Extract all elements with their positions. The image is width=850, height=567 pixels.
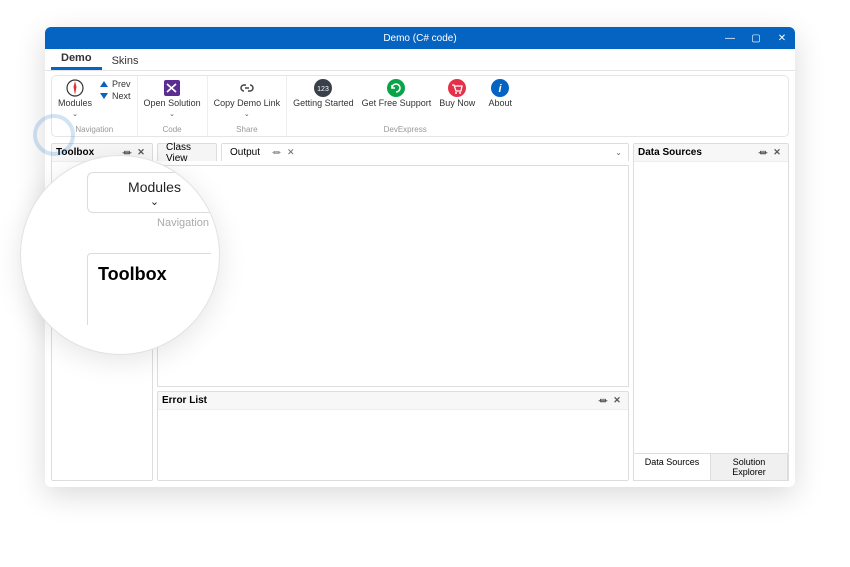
ribbon-group-share: Copy Demo Link ⌄ Share bbox=[208, 76, 288, 136]
triangle-down-icon bbox=[100, 93, 108, 99]
pin-icon[interactable]: ⏛ bbox=[596, 394, 610, 407]
prev-button[interactable]: Prev bbox=[100, 79, 131, 89]
about-button[interactable]: i About bbox=[483, 79, 517, 108]
minimize-button[interactable]: — bbox=[717, 27, 743, 49]
close-icon[interactable]: ✕ bbox=[770, 147, 784, 158]
123-icon: 123 bbox=[314, 79, 332, 97]
pin-icon[interactable]: ⏛ bbox=[272, 146, 281, 159]
vs-icon bbox=[163, 79, 181, 97]
get-free-support-button[interactable]: Get Free Support bbox=[362, 79, 432, 108]
error-list-header: Error List ⏛ ✕ bbox=[158, 392, 628, 410]
error-list-pane: Error List ⏛ ✕ bbox=[157, 391, 629, 481]
chevron-down-icon: ⌄ bbox=[244, 110, 250, 118]
magnified-group-label: Navigation bbox=[87, 213, 211, 229]
refresh-icon bbox=[387, 79, 405, 97]
modules-button[interactable]: Modules ⌄ bbox=[58, 79, 92, 118]
group-label-code: Code bbox=[163, 125, 182, 136]
tab-demo[interactable]: Demo bbox=[51, 49, 102, 70]
pin-icon[interactable]: ⏛ bbox=[756, 146, 770, 159]
cart-icon bbox=[448, 79, 466, 97]
window-title: Demo (C# code) bbox=[383, 33, 456, 44]
ribbon: Modules ⌄ Prev Next Navigation bbox=[51, 75, 789, 137]
close-button[interactable]: ✕ bbox=[769, 27, 795, 49]
tab-solution-explorer[interactable]: Solution Explorer bbox=[711, 454, 788, 480]
data-sources-header: Data Sources ⏛ ✕ bbox=[634, 144, 788, 162]
tab-class-view[interactable]: Class View bbox=[157, 143, 217, 161]
triangle-up-icon bbox=[100, 81, 108, 87]
ribbon-tabs: Demo Skins bbox=[45, 49, 795, 71]
titlebar: Demo (C# code) — ▢ ✕ bbox=[45, 27, 795, 49]
buy-now-button[interactable]: Buy Now bbox=[439, 79, 475, 108]
group-label-devexpress: DevExpress bbox=[384, 125, 427, 136]
chevron-down-icon: ⌄ bbox=[72, 110, 78, 118]
chevron-down-icon: ⌄ bbox=[169, 110, 175, 118]
close-icon[interactable]: ✕ bbox=[287, 147, 295, 158]
highlight-ring bbox=[33, 114, 75, 156]
tab-skins[interactable]: Skins bbox=[102, 52, 149, 70]
svg-text:123: 123 bbox=[318, 86, 330, 93]
magnified-modules-button: Modules ⌄ bbox=[87, 172, 211, 213]
right-bottom-tabs: Data Sources Solution Explorer bbox=[633, 454, 789, 481]
ribbon-group-code: Open Solution ⌄ Code bbox=[138, 76, 208, 136]
group-label-navigation: Navigation bbox=[75, 125, 113, 136]
magnified-toolbox-pane: Toolbox bbox=[87, 253, 211, 325]
data-sources-pane: Data Sources ⏛ ✕ bbox=[633, 143, 789, 454]
compass-icon bbox=[66, 79, 84, 97]
copy-demo-link-button[interactable]: Copy Demo Link ⌄ bbox=[214, 79, 281, 118]
prev-next-group: Prev Next bbox=[100, 79, 131, 101]
open-solution-button[interactable]: Open Solution ⌄ bbox=[144, 79, 201, 118]
next-button[interactable]: Next bbox=[100, 91, 131, 101]
getting-started-button[interactable]: 123 Getting Started bbox=[293, 79, 354, 108]
ribbon-group-devexpress: 123 Getting Started Get Free Support Buy… bbox=[287, 76, 523, 136]
window-controls: — ▢ ✕ bbox=[717, 27, 795, 49]
document-tabs: Class View Output ⏛ ✕ ⌄ bbox=[157, 143, 629, 161]
magnifier-overlay: Modules ⌄ Navigation Toolbox bbox=[20, 155, 220, 355]
link-icon bbox=[238, 79, 256, 97]
document-area bbox=[157, 165, 629, 387]
right-column: Data Sources ⏛ ✕ Data Sources Solution E… bbox=[633, 143, 789, 481]
chevron-down-icon: ⌄ bbox=[98, 195, 211, 208]
center-area: Class View Output ⏛ ✕ ⌄ Error List ⏛ ✕ bbox=[157, 143, 629, 481]
group-label-share: Share bbox=[236, 125, 257, 136]
tab-output[interactable]: Output ⏛ ✕ ⌄ bbox=[221, 143, 629, 161]
info-icon: i bbox=[491, 79, 509, 97]
tab-data-sources[interactable]: Data Sources bbox=[634, 454, 711, 480]
close-icon[interactable]: ✕ bbox=[610, 395, 624, 406]
maximize-button[interactable]: ▢ bbox=[743, 27, 769, 49]
chevron-down-icon[interactable]: ⌄ bbox=[615, 148, 622, 157]
